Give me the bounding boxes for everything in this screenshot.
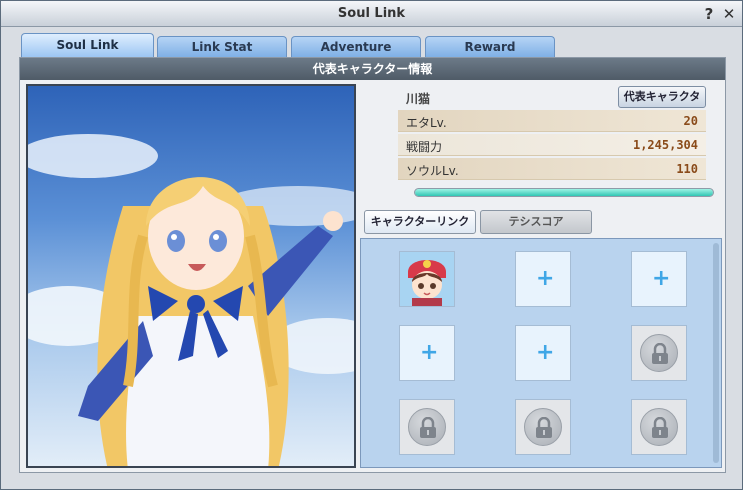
tab-reward[interactable]: Reward [425,36,555,57]
link-slot-empty[interactable]: + [515,251,571,307]
stat-value: 1,245,304 [632,138,698,152]
tab-link-stat[interactable]: Link Stat [157,36,287,57]
tab-soul-link[interactable]: Soul Link [21,33,154,57]
lock-icon [524,408,562,446]
link-slot-empty[interactable]: + [399,325,455,381]
portrait-illustration [28,134,354,466]
link-slot-empty[interactable]: + [631,251,687,307]
tab-thesis-core[interactable]: テシスコア [480,210,592,234]
stat-value: 110 [676,162,698,176]
plus-icon: + [536,340,555,365]
link-slot-locked [631,325,687,381]
lock-icon [640,334,678,372]
stat-row-combat-power: 戦闘力 1,245,304 [398,134,706,156]
character-avatar-icon [400,252,454,306]
lock-icon [408,408,446,446]
soul-link-window: Soul Link ? ✕ Soul Link Link Stat Advent… [0,0,743,490]
link-slot-locked [399,399,455,455]
plus-icon: + [652,266,671,291]
link-slot-locked [515,399,571,455]
stat-value: 20 [683,114,698,128]
tab-adventure[interactable]: Adventure [291,36,421,57]
soul-progress-bar [414,188,714,197]
section-header: 代表キャラクター情報 [20,58,725,80]
progress-fill [415,189,713,196]
link-slot-filled[interactable] [399,251,455,307]
name-row: 川猫 代表キャラクター [398,86,706,123]
stat-label: ソウルLv. [406,164,459,178]
titlebar: Soul Link ? ✕ [1,1,742,27]
window-title: Soul Link [337,6,406,21]
grid-scrollbar[interactable] [713,243,719,463]
link-slot-grid: + + + + [360,238,722,468]
link-slot-locked [631,399,687,455]
tab-character-link[interactable]: キャラクターリンク [364,210,476,234]
link-slot-empty[interactable]: + [515,325,571,381]
character-portrait [26,84,356,468]
plus-icon: + [536,266,555,291]
main-panel: 代表キャラクター情報 川猫 代表キャラクタ エタLv. 20 戦闘力 1,245… [19,57,726,473]
close-button[interactable]: ✕ [720,5,738,23]
stat-label: 戦闘力 [406,140,443,154]
stat-row-eta-level: エタLv. 20 [398,110,706,132]
stat-row-soul-level: ソウルLv. 110 [398,158,706,180]
lock-icon [640,408,678,446]
stat-label: エタLv. [406,116,447,130]
representative-character-button[interactable]: 代表キャラクター [618,86,706,123]
character-name: 川猫 [406,92,431,106]
plus-icon: + [420,340,439,365]
help-button[interactable]: ? [700,5,718,23]
character-info: 川猫 代表キャラクター エタLv. 20 戦闘力 1,245,304 ソウルLv… [398,86,706,180]
